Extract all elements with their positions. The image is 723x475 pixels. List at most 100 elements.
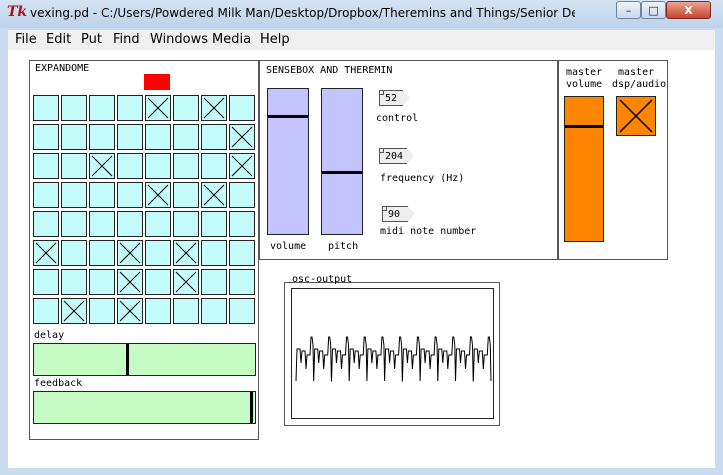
expandome-toggle-cell[interactable] <box>173 211 199 237</box>
expandome-toggle-cell[interactable] <box>61 211 87 237</box>
expandome-toggle-cell[interactable] <box>145 95 171 121</box>
expandome-toggle-cell[interactable] <box>173 95 199 121</box>
dsp-audio-toggle[interactable] <box>616 96 656 136</box>
expandome-toggle-cell[interactable] <box>61 240 87 266</box>
control-number-box[interactable]: 52 <box>379 90 410 106</box>
expandome-toggle-cell[interactable] <box>173 298 199 324</box>
delay-slider[interactable] <box>33 343 256 376</box>
midi-number-box[interactable]: 90 <box>382 206 415 222</box>
expandome-toggle-cell[interactable] <box>201 211 227 237</box>
expandome-toggle-cell[interactable] <box>229 95 255 121</box>
menu-put[interactable]: Put <box>81 32 102 47</box>
expandome-toggle-cell[interactable] <box>229 182 255 208</box>
expandome-toggle-cell[interactable] <box>33 298 59 324</box>
expandome-toggle-cell[interactable] <box>229 298 255 324</box>
expandome-toggle-cell[interactable] <box>173 240 199 266</box>
pitch-slider-knob[interactable] <box>322 171 362 174</box>
toggle-x-icon <box>35 242 57 264</box>
expandome-toggle-cell[interactable] <box>229 153 255 179</box>
expandome-toggle-cell[interactable] <box>33 211 59 237</box>
expandome-toggle-cell[interactable] <box>117 124 143 150</box>
expandome-toggle-cell[interactable] <box>201 298 227 324</box>
master-volume-slider-knob[interactable] <box>565 125 603 128</box>
expandome-toggle-cell[interactable] <box>201 240 227 266</box>
toggle-x-icon <box>203 97 225 119</box>
frequency-number-box[interactable]: 204 <box>379 148 414 164</box>
volume-slider-knob[interactable] <box>268 115 308 118</box>
expandome-toggle-cell[interactable] <box>201 124 227 150</box>
patch-canvas[interactable]: EXPANDOME delay feedback SENSEBOX AND TH… <box>8 50 715 468</box>
expandome-toggle-cell[interactable] <box>61 124 87 150</box>
toggle-x-icon <box>119 300 141 322</box>
expandome-toggle-cell[interactable] <box>145 269 171 295</box>
expandome-toggle-cell[interactable] <box>89 95 115 121</box>
frequency-label: frequency (Hz) <box>380 173 465 184</box>
expandome-toggle-cell[interactable] <box>33 269 59 295</box>
toggle-x-icon <box>231 126 253 148</box>
expandome-toggle-cell[interactable] <box>117 240 143 266</box>
expandome-toggle-cell[interactable] <box>61 269 87 295</box>
menu-media[interactable]: Media <box>212 32 251 47</box>
expandome-toggle-cell[interactable] <box>33 182 59 208</box>
expandome-toggle-cell[interactable] <box>145 211 171 237</box>
expandome-toggle-cell[interactable] <box>145 153 171 179</box>
toggle-x-icon <box>147 184 169 206</box>
expandome-toggle-cell[interactable] <box>117 269 143 295</box>
maximize-button[interactable]: □ <box>641 1 666 19</box>
expandome-toggle-cell[interactable] <box>201 95 227 121</box>
expandome-toggle-cell[interactable] <box>89 124 115 150</box>
toggle-x-icon <box>119 271 141 293</box>
expandome-toggle-cell[interactable] <box>173 153 199 179</box>
minimize-button[interactable]: – <box>616 1 641 19</box>
menu-edit[interactable]: Edit <box>46 32 71 47</box>
expandome-toggle-cell[interactable] <box>89 269 115 295</box>
expandome-toggle-cell[interactable] <box>33 240 59 266</box>
expandome-toggle-cell[interactable] <box>89 298 115 324</box>
expandome-toggle-cell[interactable] <box>201 182 227 208</box>
master-volume-slider[interactable] <box>564 96 604 242</box>
expandome-toggle-cell[interactable] <box>33 95 59 121</box>
expandome-toggle-cell[interactable] <box>117 182 143 208</box>
expandome-toggle-cell[interactable] <box>145 182 171 208</box>
expandome-toggle-cell[interactable] <box>117 95 143 121</box>
menu-windows[interactable]: Windows <box>150 32 208 47</box>
delay-slider-knob[interactable] <box>126 344 129 375</box>
expandome-toggle-cell[interactable] <box>117 153 143 179</box>
menu-file[interactable]: File <box>15 32 37 47</box>
expandome-toggle-cell[interactable] <box>89 240 115 266</box>
expandome-toggle-cell[interactable] <box>173 269 199 295</box>
close-button[interactable]: X <box>666 1 711 19</box>
expandome-toggle-cell[interactable] <box>89 182 115 208</box>
menu-find[interactable]: Find <box>113 32 140 47</box>
expandome-toggle-cell[interactable] <box>61 95 87 121</box>
expandome-toggle-cell[interactable] <box>145 298 171 324</box>
expandome-toggle-cell[interactable] <box>117 298 143 324</box>
expandome-toggle-cell[interactable] <box>145 240 171 266</box>
expandome-toggle-cell[interactable] <box>117 211 143 237</box>
delay-label: delay <box>34 330 65 341</box>
midi-label: midi note number <box>380 226 477 237</box>
expandome-toggle-cell[interactable] <box>201 153 227 179</box>
expandome-toggle-cell[interactable] <box>61 298 87 324</box>
expandome-toggle-cell[interactable] <box>61 182 87 208</box>
expandome-toggle-cell[interactable] <box>173 182 199 208</box>
volume-slider[interactable] <box>267 88 309 235</box>
expandome-toggle-cell[interactable] <box>89 153 115 179</box>
expandome-toggle-cell[interactable] <box>61 153 87 179</box>
expandome-toggle-cell[interactable] <box>33 124 59 150</box>
expandome-toggle-cell[interactable] <box>229 124 255 150</box>
title-bar[interactable]: Tk vexing.pd - C:/Users/Powdered Milk Ma… <box>0 0 723 28</box>
expandome-toggle-cell[interactable] <box>229 211 255 237</box>
expandome-toggle-cell[interactable] <box>229 240 255 266</box>
pitch-slider[interactable] <box>321 88 363 235</box>
expandome-toggle-cell[interactable] <box>229 269 255 295</box>
expandome-toggle-cell[interactable] <box>89 211 115 237</box>
pd-window: Tk vexing.pd - C:/Users/Powdered Milk Ma… <box>0 0 723 475</box>
expandome-toggle-cell[interactable] <box>33 153 59 179</box>
expandome-toggle-cell[interactable] <box>173 124 199 150</box>
expandome-toggle-cell[interactable] <box>201 269 227 295</box>
feedback-slider[interactable] <box>33 391 256 424</box>
expandome-toggle-cell[interactable] <box>145 124 171 150</box>
feedback-slider-knob[interactable] <box>250 392 253 423</box>
menu-help[interactable]: Help <box>260 32 290 47</box>
